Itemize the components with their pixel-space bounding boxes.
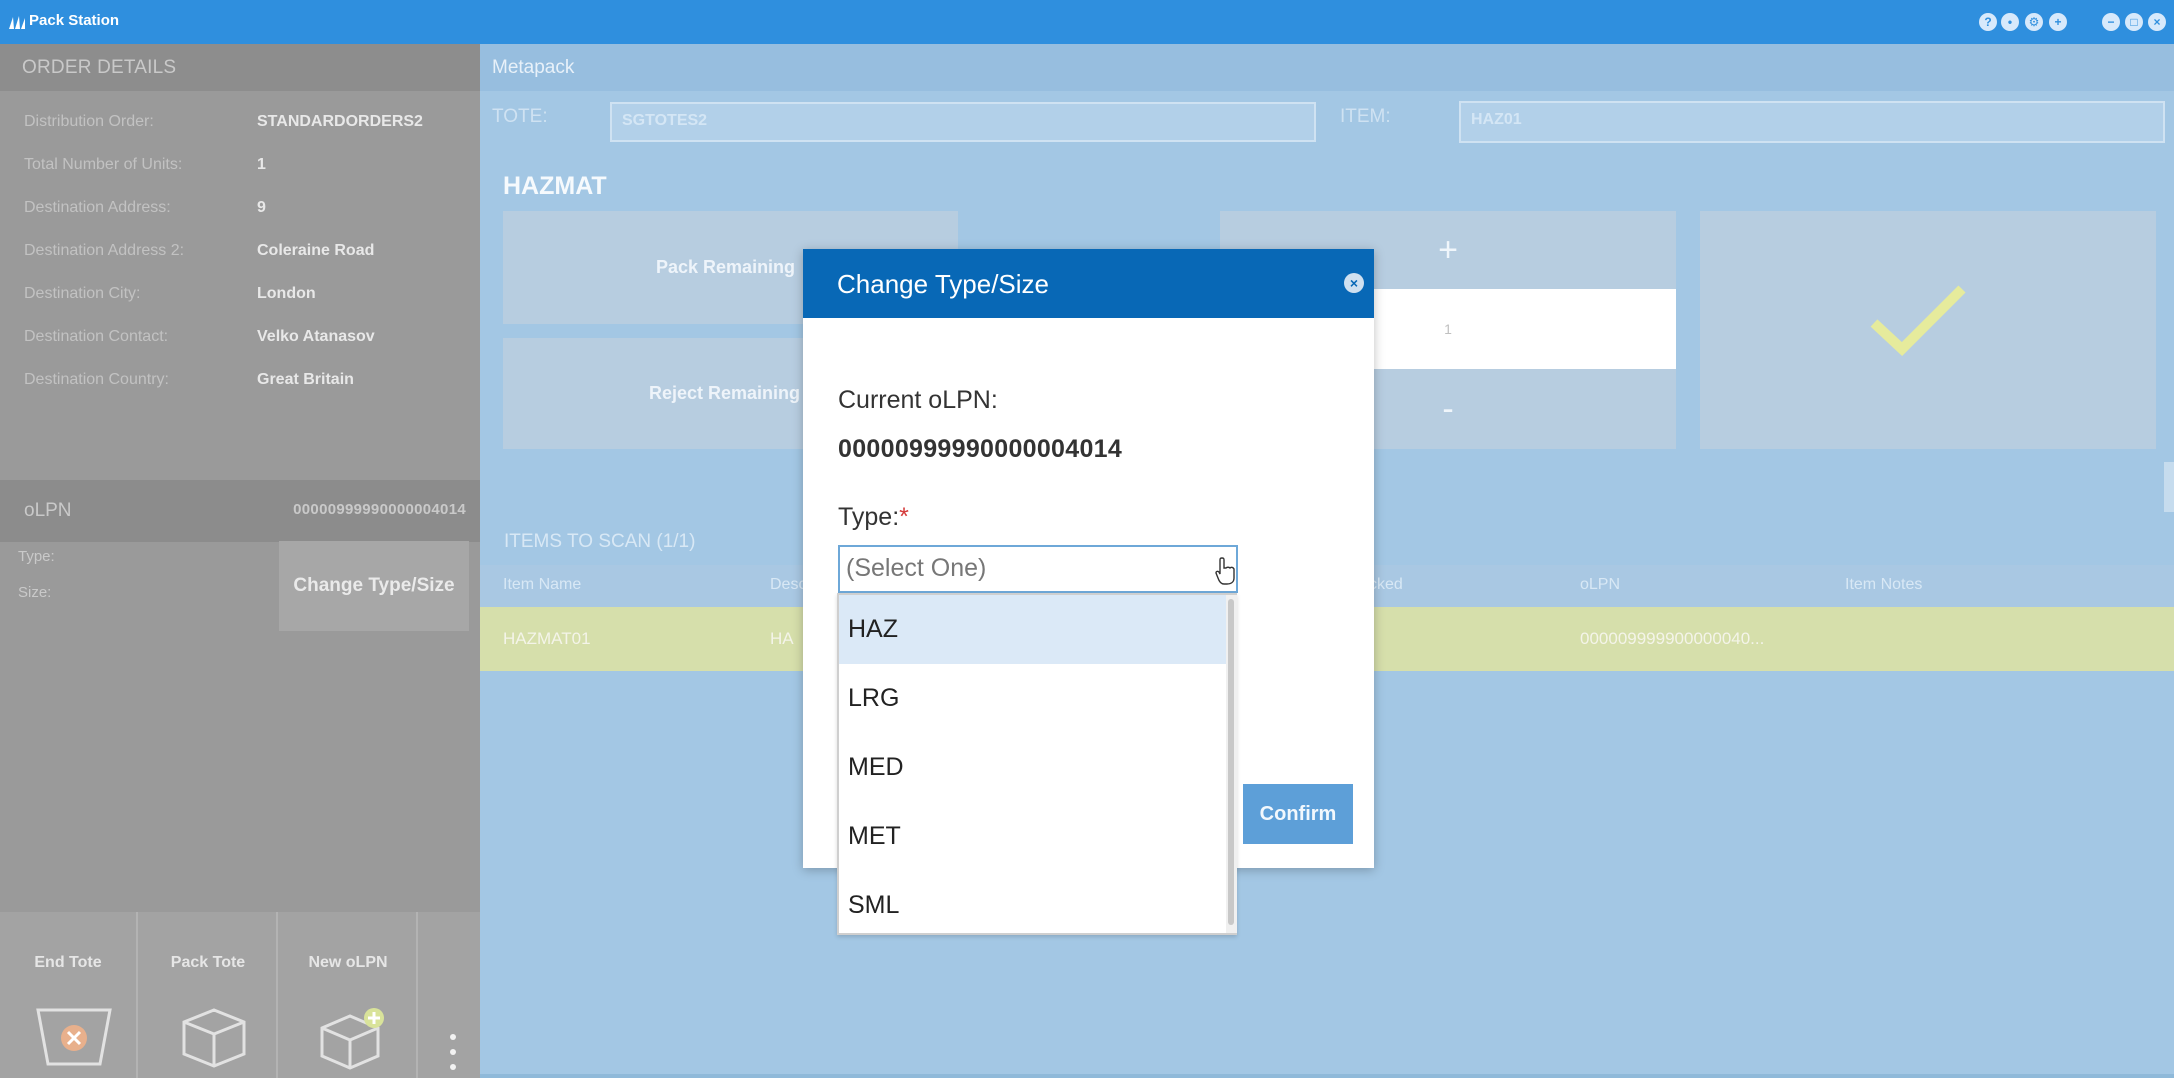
location-pin-icon[interactable]: • xyxy=(2001,13,2019,31)
dropdown-scrollbar[interactable] xyxy=(1226,595,1237,933)
size-label: Size: xyxy=(18,584,52,601)
scrollbar[interactable] xyxy=(2164,462,2174,512)
dropdown-option-met[interactable]: MET xyxy=(839,802,1227,871)
minimize-icon[interactable]: − xyxy=(2102,13,2120,31)
order-details-header: ORDER DETAILS xyxy=(0,44,480,91)
items-to-scan-title: ITEMS TO SCAN (1/1) xyxy=(504,531,696,552)
pack-tote-button[interactable]: Pack Tote xyxy=(140,912,278,1078)
column-header[interactable]: Desc xyxy=(770,576,806,594)
dialog-title: Change Type/Size xyxy=(803,249,1374,318)
column-header[interactable]: cked xyxy=(1369,576,1403,594)
table-cell: 000009999900000040... xyxy=(1580,629,1765,648)
detail-value: Coleraine Road xyxy=(257,242,375,259)
detail-value: London xyxy=(257,285,316,302)
new-olpn-label: New oLPN xyxy=(308,954,388,971)
checkmark-icon xyxy=(1870,285,1966,356)
settings-icon[interactable]: ⚙ xyxy=(2025,13,2043,31)
detail-value: Great Britain xyxy=(257,371,354,388)
new-box-icon xyxy=(320,1008,384,1070)
reject-remaining-label: Reject Remaining xyxy=(649,383,801,403)
table-cell: HA xyxy=(770,629,794,648)
table-cell: HAZMAT01 xyxy=(503,629,591,648)
detail-value: Velko Atanasov xyxy=(257,328,375,345)
column-header[interactable]: Item Notes xyxy=(1845,576,1922,594)
main-header: Metapack xyxy=(480,44,2174,91)
dropdown-option-lrg[interactable]: LRG xyxy=(839,664,1227,733)
item-input[interactable]: HAZ01 xyxy=(1459,101,2165,143)
detail-value: 9 xyxy=(257,199,266,216)
tote-label: TOTE: xyxy=(492,106,548,127)
current-olpn-label: Current oLPN: xyxy=(838,386,998,414)
bottom-action-bar: End Tote Pack Tote New oLPN xyxy=(0,912,480,1078)
pack-tote-label: Pack Tote xyxy=(170,954,246,971)
dropdown-option-sml[interactable]: SML xyxy=(839,871,1227,940)
type-label: Type: xyxy=(18,548,55,565)
current-olpn-value: 00000999990000004014 xyxy=(838,435,1123,463)
app-logo-icon xyxy=(9,16,25,29)
section-title: HAZMAT xyxy=(503,172,607,200)
item-label: ITEM: xyxy=(1340,106,1391,127)
window-title: Pack Station xyxy=(29,12,120,29)
change-type-size-button[interactable]: Change Type/Size xyxy=(279,541,469,631)
help-icon[interactable]: ? xyxy=(1979,13,1997,31)
close-icon[interactable]: × xyxy=(1344,273,1364,293)
add-icon[interactable]: + xyxy=(2049,13,2067,31)
detail-label: Destination Country: xyxy=(24,371,169,388)
column-header[interactable]: oLPN xyxy=(1580,576,1620,594)
detail-label: Destination Contact: xyxy=(24,328,169,345)
box-icon xyxy=(182,1008,246,1068)
detail-label: Destination City: xyxy=(24,285,141,302)
new-olpn-button[interactable]: New oLPN xyxy=(280,912,418,1078)
pack-remaining-label: Pack Remaining xyxy=(656,257,796,277)
olpn-value: 00000999990000004014 xyxy=(293,501,466,518)
olpn-bar: oLPN 00000999990000004014 xyxy=(0,480,480,542)
type-label-text: Type: xyxy=(838,503,900,531)
detail-label: Distribution Order: xyxy=(24,113,154,130)
order-details-panel: ORDER DETAILS Distribution Order: STANDA… xyxy=(0,44,480,1078)
type-field-label: Type:* xyxy=(838,503,909,532)
detail-label: Destination Address 2: xyxy=(24,242,185,259)
title-bar: Pack Station ? • ⚙ + − □ × xyxy=(0,0,2174,44)
detail-label: Destination Address: xyxy=(24,199,171,216)
dropdown-option-haz[interactable]: HAZ xyxy=(839,595,1227,664)
more-options-icon[interactable] xyxy=(448,1034,458,1078)
dropdown-option-med[interactable]: MED xyxy=(839,733,1227,802)
olpn-label: oLPN xyxy=(24,500,72,521)
end-tote-button[interactable]: End Tote xyxy=(0,912,138,1078)
end-tote-label: End Tote xyxy=(34,954,102,971)
type-dropdown-list: HAZ LRG MED MET SML xyxy=(837,593,1237,935)
hand-cursor-icon xyxy=(1215,557,1235,585)
detail-value: STANDARDORDERS2 xyxy=(257,113,423,130)
required-marker: * xyxy=(899,503,909,531)
end-tote-icon xyxy=(36,1008,112,1066)
confirm-button[interactable]: Confirm xyxy=(1243,784,1353,844)
type-select[interactable]: (Select One) xyxy=(838,545,1238,593)
detail-label: Total Number of Units: xyxy=(24,156,183,173)
column-header[interactable]: Item Name xyxy=(503,576,581,594)
tote-input[interactable]: SGTOTES2 xyxy=(610,102,1316,142)
maximize-icon[interactable]: □ xyxy=(2125,13,2143,31)
close-window-icon[interactable]: × xyxy=(2148,13,2166,31)
confirm-pack-button[interactable] xyxy=(1700,211,2156,449)
detail-value: 1 xyxy=(257,156,266,173)
